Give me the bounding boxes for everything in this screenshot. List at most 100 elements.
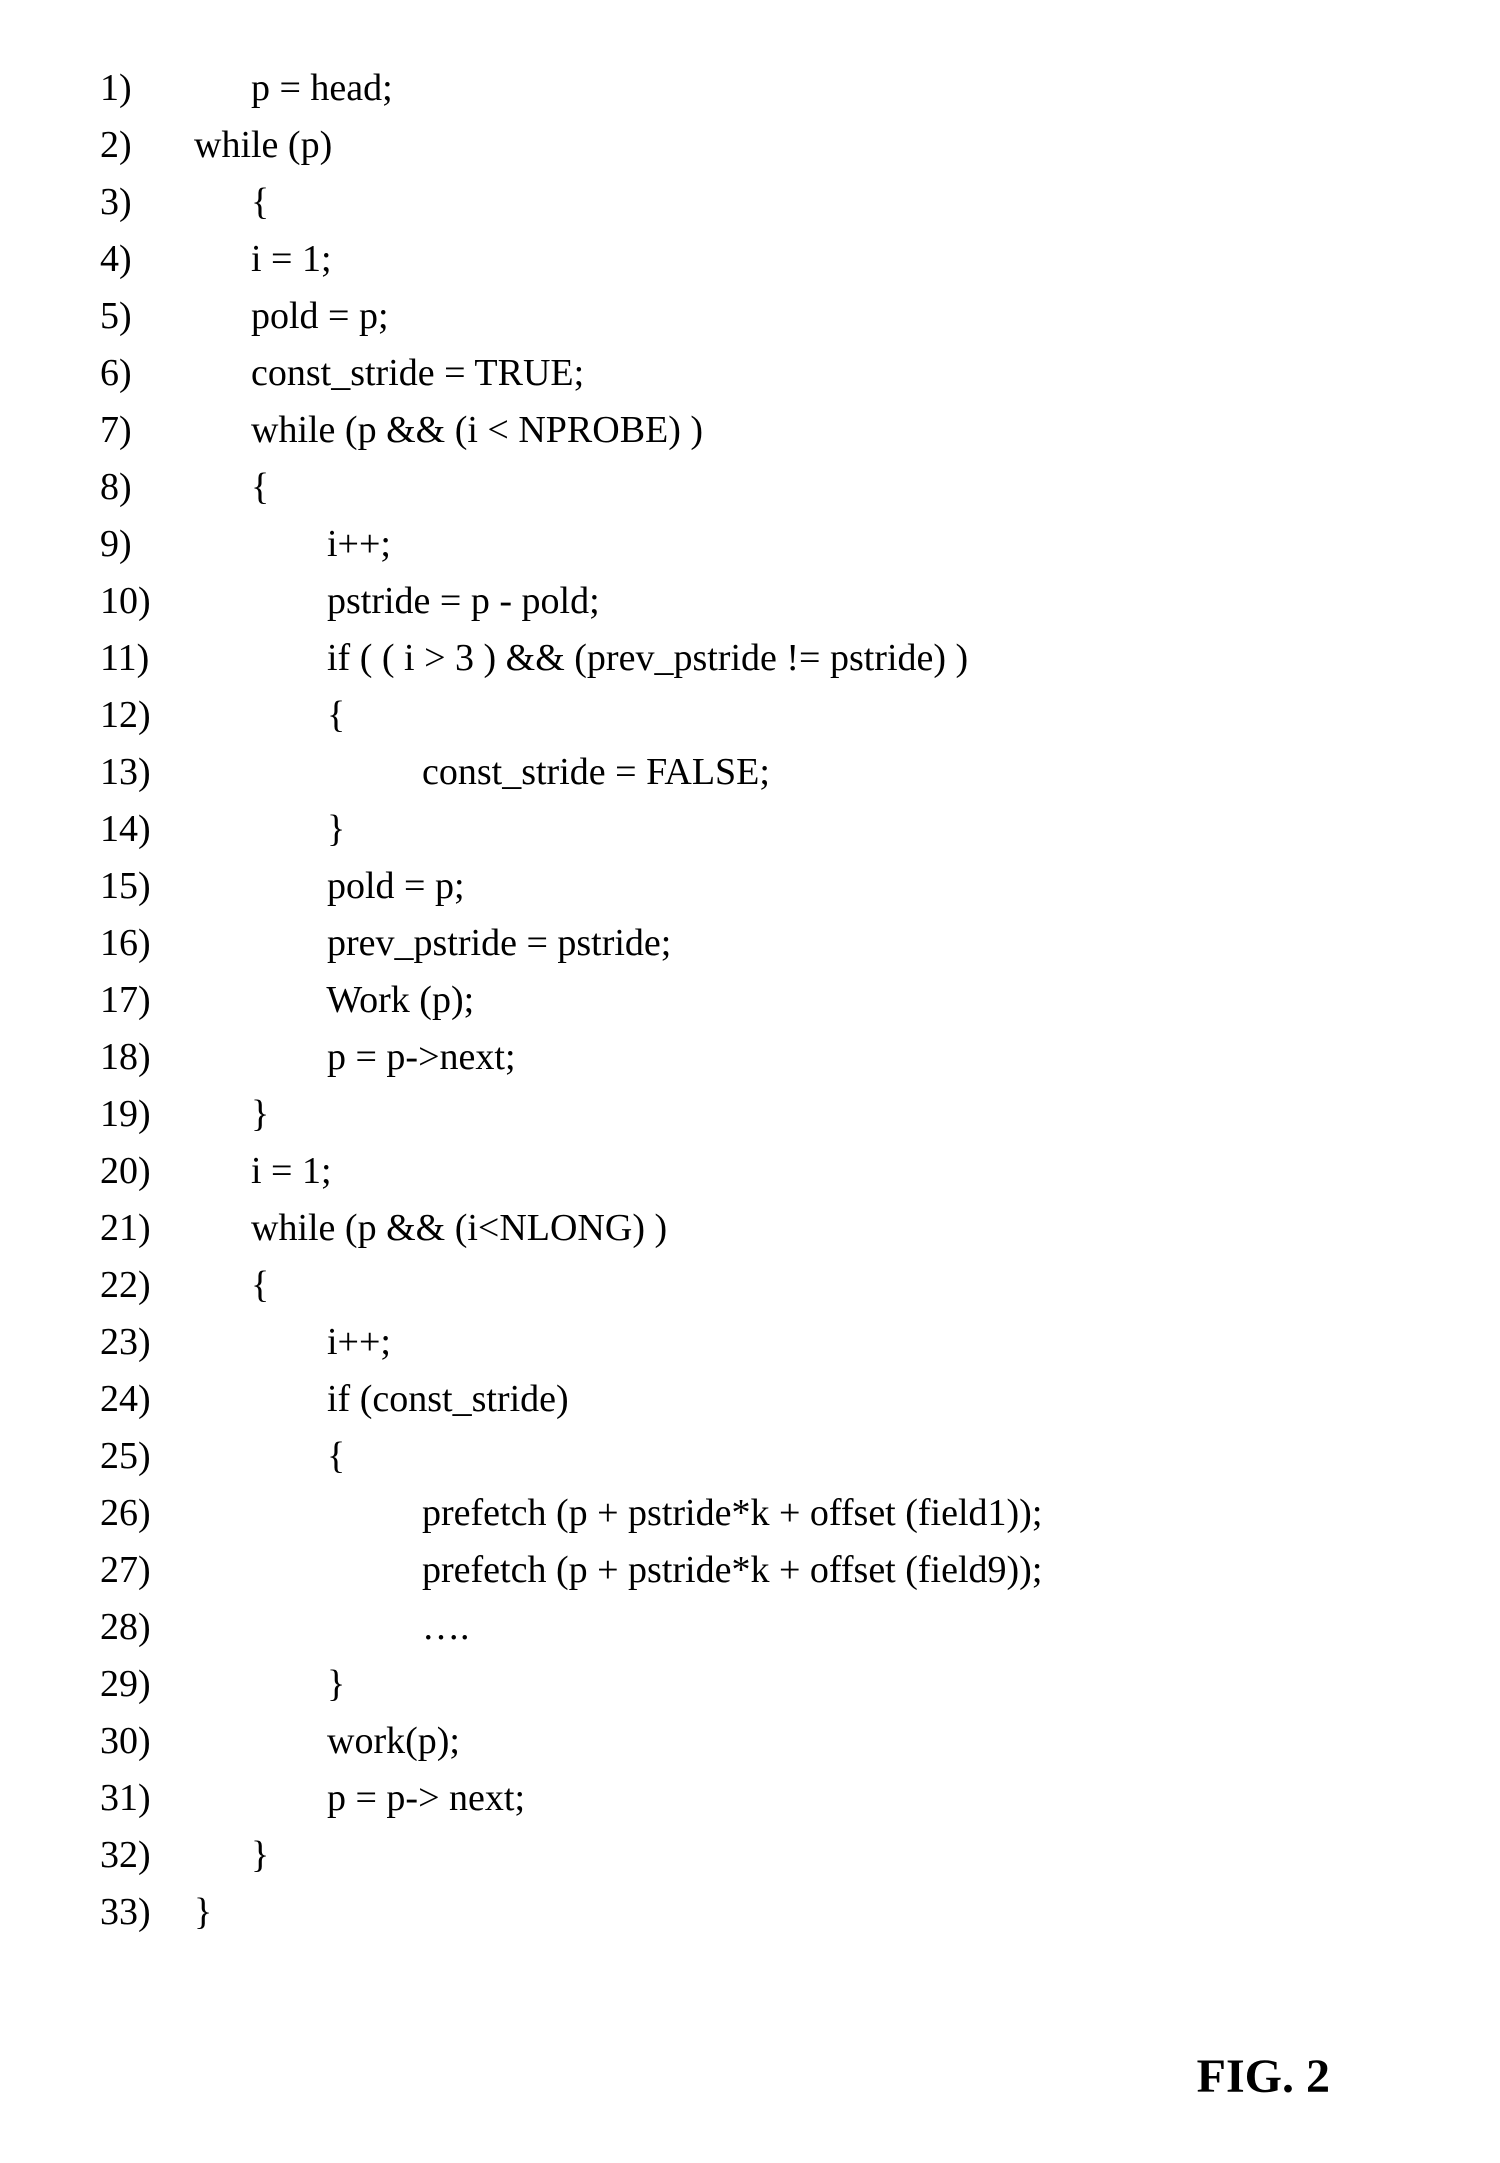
code-line: 21) while (p && (i<NLONG) ) xyxy=(100,1200,1450,1257)
code-line: 8) { xyxy=(100,459,1450,516)
line-number: 29) xyxy=(100,1656,175,1713)
line-content: while (p) xyxy=(175,117,332,174)
code-line: 2) while (p) xyxy=(100,117,1450,174)
code-line: 24) if (const_stride) xyxy=(100,1371,1450,1428)
line-number: 19) xyxy=(100,1086,175,1143)
code-line: 26) prefetch (p + pstride*k + offset (fi… xyxy=(100,1485,1450,1542)
line-number: 31) xyxy=(100,1770,175,1827)
code-line: 27) prefetch (p + pstride*k + offset (fi… xyxy=(100,1542,1450,1599)
line-number: 23) xyxy=(100,1314,175,1371)
line-content: { xyxy=(175,174,269,231)
line-content: { xyxy=(175,1257,269,1314)
line-content: } xyxy=(175,1656,345,1713)
line-number: 20) xyxy=(100,1143,175,1200)
line-content: p = p-> next; xyxy=(175,1770,525,1827)
line-content: prefetch (p + pstride*k + offset (field1… xyxy=(175,1485,1042,1542)
line-number: 10) xyxy=(100,573,175,630)
line-number: 24) xyxy=(100,1371,175,1428)
code-line: 4) i = 1; xyxy=(100,231,1450,288)
line-number: 18) xyxy=(100,1029,175,1086)
line-number: 4) xyxy=(100,231,175,288)
line-content: } xyxy=(175,1086,269,1143)
line-content: { xyxy=(175,1428,345,1485)
line-content: prev_pstride = pstride; xyxy=(175,915,671,972)
line-content: i++; xyxy=(175,516,391,573)
code-line: 31) p = p-> next; xyxy=(100,1770,1450,1827)
line-number: 21) xyxy=(100,1200,175,1257)
line-content: } xyxy=(175,1827,269,1884)
line-content: } xyxy=(175,1884,212,1941)
code-line: 10) pstride = p - pold; xyxy=(100,573,1450,630)
line-number: 26) xyxy=(100,1485,175,1542)
code-line: 30) work(p); xyxy=(100,1713,1450,1770)
code-line: 13) const_stride = FALSE; xyxy=(100,744,1450,801)
line-content: p = head; xyxy=(175,60,393,117)
code-line: 14) } xyxy=(100,801,1450,858)
line-number: 33) xyxy=(100,1884,175,1941)
line-number: 9) xyxy=(100,516,175,573)
code-line: 18) p = p->next; xyxy=(100,1029,1450,1086)
line-content: if (const_stride) xyxy=(175,1371,569,1428)
line-content: i = 1; xyxy=(175,231,332,288)
line-number: 5) xyxy=(100,288,175,345)
line-number: 30) xyxy=(100,1713,175,1770)
line-number: 3) xyxy=(100,174,175,231)
code-listing: 1) p = head;2) while (p)3) {4) i = 1;5) … xyxy=(100,60,1450,1941)
line-content: pold = p; xyxy=(175,288,389,345)
line-content: if ( ( i > 3 ) && (prev_pstride != pstri… xyxy=(175,630,968,687)
line-number: 7) xyxy=(100,402,175,459)
code-line: 25) { xyxy=(100,1428,1450,1485)
line-content: …. xyxy=(175,1599,470,1656)
line-number: 6) xyxy=(100,345,175,402)
line-content: const_stride = TRUE; xyxy=(175,345,584,402)
line-content: { xyxy=(175,459,269,516)
line-number: 16) xyxy=(100,915,175,972)
code-line: 33) } xyxy=(100,1884,1450,1941)
code-line: 17) Work (p); xyxy=(100,972,1450,1029)
code-line: 3) { xyxy=(100,174,1450,231)
line-number: 14) xyxy=(100,801,175,858)
line-content: } xyxy=(175,801,345,858)
code-line: 23) i++; xyxy=(100,1314,1450,1371)
line-content: while (p && (i < NPROBE) ) xyxy=(175,402,703,459)
line-content: const_stride = FALSE; xyxy=(175,744,770,801)
line-content: i = 1; xyxy=(175,1143,332,1200)
line-content: i++; xyxy=(175,1314,391,1371)
figure-label: FIG. 2 xyxy=(100,2041,1450,2113)
code-line: 29) } xyxy=(100,1656,1450,1713)
code-line: 15) pold = p; xyxy=(100,858,1450,915)
line-content: Work (p); xyxy=(175,972,474,1029)
code-line: 7) while (p && (i < NPROBE) ) xyxy=(100,402,1450,459)
line-number: 1) xyxy=(100,60,175,117)
line-content: while (p && (i<NLONG) ) xyxy=(175,1200,667,1257)
code-line: 1) p = head; xyxy=(100,60,1450,117)
code-line: 9) i++; xyxy=(100,516,1450,573)
line-number: 13) xyxy=(100,744,175,801)
line-number: 15) xyxy=(100,858,175,915)
code-line: 16) prev_pstride = pstride; xyxy=(100,915,1450,972)
line-number: 8) xyxy=(100,459,175,516)
line-number: 2) xyxy=(100,117,175,174)
line-number: 27) xyxy=(100,1542,175,1599)
line-number: 12) xyxy=(100,687,175,744)
code-line: 19) } xyxy=(100,1086,1450,1143)
line-number: 25) xyxy=(100,1428,175,1485)
line-number: 28) xyxy=(100,1599,175,1656)
line-content: prefetch (p + pstride*k + offset (field9… xyxy=(175,1542,1042,1599)
line-content: pstride = p - pold; xyxy=(175,573,600,630)
line-number: 22) xyxy=(100,1257,175,1314)
line-number: 17) xyxy=(100,972,175,1029)
code-line: 32) } xyxy=(100,1827,1450,1884)
code-line: 6) const_stride = TRUE; xyxy=(100,345,1450,402)
code-line: 28) …. xyxy=(100,1599,1450,1656)
code-line: 20) i = 1; xyxy=(100,1143,1450,1200)
code-line: 11) if ( ( i > 3 ) && (prev_pstride != p… xyxy=(100,630,1450,687)
line-content: { xyxy=(175,687,345,744)
line-content: p = p->next; xyxy=(175,1029,516,1086)
code-line: 12) { xyxy=(100,687,1450,744)
line-number: 32) xyxy=(100,1827,175,1884)
line-number: 11) xyxy=(100,630,175,687)
code-line: 22) { xyxy=(100,1257,1450,1314)
line-content: pold = p; xyxy=(175,858,465,915)
code-line: 5) pold = p; xyxy=(100,288,1450,345)
